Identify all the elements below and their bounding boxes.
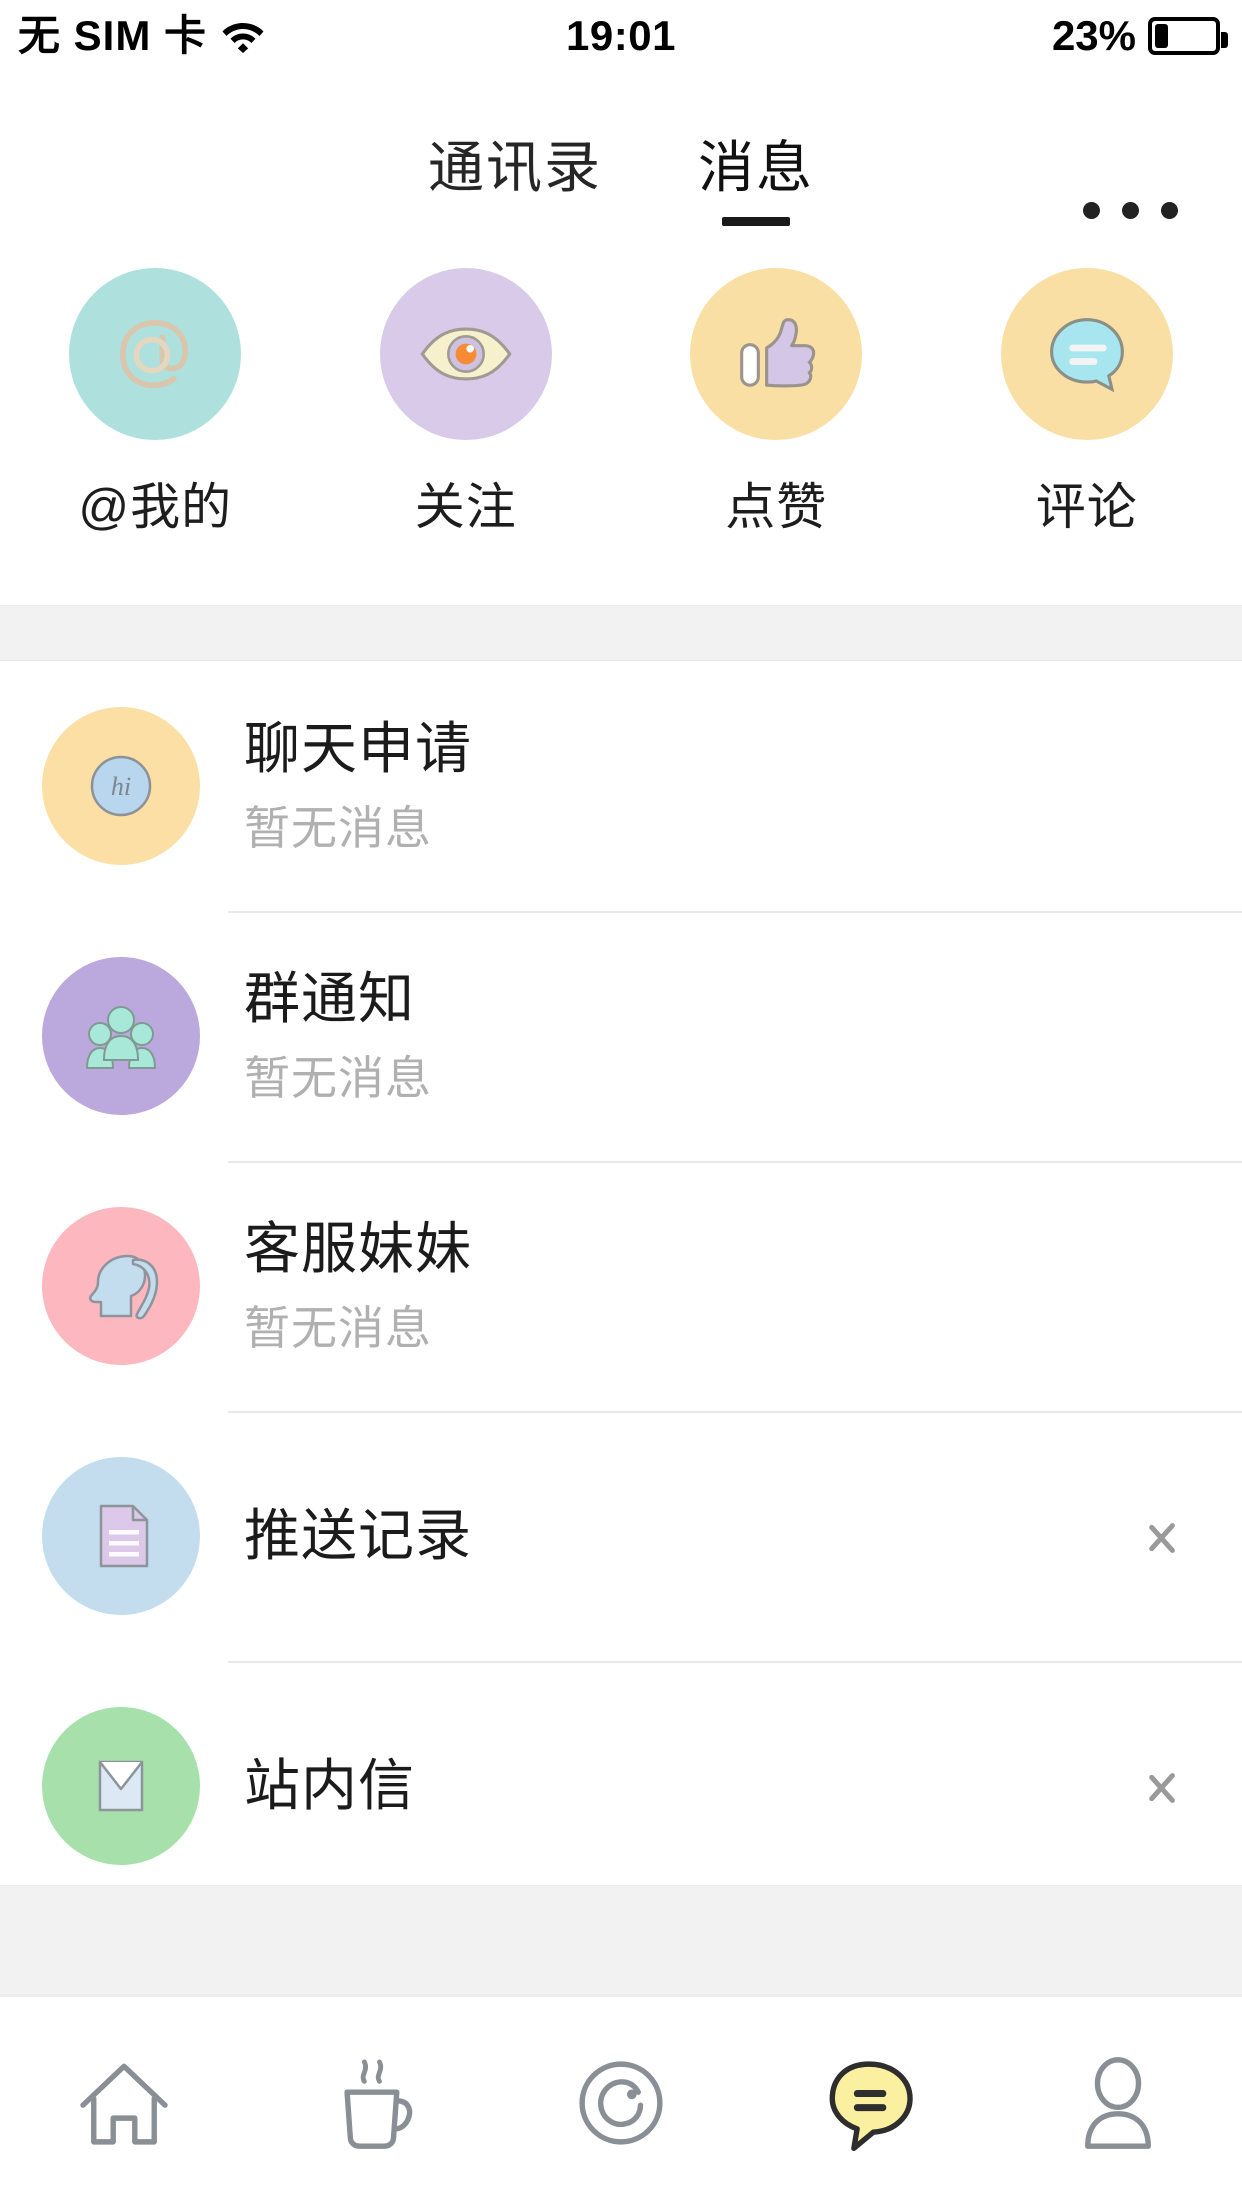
- category-at-mentions[interactable]: @我的: [0, 268, 311, 532]
- profile-person-icon: [1084, 2056, 1151, 2149]
- category-shortcuts: @我的 关注 点赞 评论: [0, 268, 1242, 598]
- document-icon: [42, 1457, 200, 1615]
- chevron-right-icon[interactable]: [1146, 1507, 1180, 1565]
- tab-messages[interactable]: 消息: [698, 136, 814, 226]
- list-item-title: 推送记录: [244, 1503, 472, 1567]
- list-item-subtitle: 暂无消息: [244, 802, 432, 855]
- eye-icon: [379, 268, 552, 440]
- status-bar-right: 23%: [1051, 0, 1228, 72]
- category-comments-label: 评论: [1035, 479, 1138, 535]
- nav-messages[interactable]: [745, 1996, 993, 2208]
- battery-fill: [1155, 24, 1169, 48]
- nav-coffee[interactable]: [248, 1996, 496, 2208]
- tab-list: 通讯录 消息: [0, 72, 1242, 252]
- hi-badge-icon: hi: [42, 707, 200, 865]
- status-bar: 无 SIM 卡 19:01 23%: [0, 0, 1242, 72]
- category-at-mentions-label: @我的: [78, 479, 233, 535]
- female-head-icon: [42, 1207, 200, 1365]
- tab-active-underline: [722, 217, 790, 226]
- list-item-text: 群通知 暂无消息: [244, 967, 1242, 1105]
- tab-messages-label: 消息: [698, 136, 814, 199]
- list-item-subtitle: 暂无消息: [244, 1052, 432, 1105]
- tab-contacts-label: 通讯录: [428, 136, 602, 199]
- home-icon: [80, 2063, 168, 2145]
- battery-icon: [1148, 17, 1228, 55]
- envelope-icon: [42, 1707, 200, 1865]
- at-mention-icon: [69, 268, 242, 440]
- category-likes[interactable]: 点赞: [621, 268, 932, 532]
- thumbs-up-icon: [690, 268, 863, 440]
- app-root: 无 SIM 卡 19:01 23% 通讯录 消息 @我的 关注 点赞 评论 hi…: [0, 0, 1242, 2208]
- svg-text:hi: hi: [111, 772, 131, 801]
- list-item-title: 聊天申请: [244, 717, 472, 781]
- tab-contacts[interactable]: 通讯录: [428, 140, 602, 196]
- category-following[interactable]: 关注: [311, 268, 622, 532]
- discover-circle-icon: [579, 2060, 663, 2145]
- list-item-title: 群通知: [244, 967, 415, 1031]
- list-item-customer-service[interactable]: 客服妹妹 暂无消息: [0, 1161, 1242, 1411]
- nav-home[interactable]: [0, 1996, 248, 2208]
- chevron-right-icon[interactable]: [1146, 1757, 1180, 1815]
- coffee-cup-icon: [343, 2059, 412, 2149]
- bottom-navigation: [0, 1995, 1242, 2208]
- more-dot: [1161, 202, 1178, 219]
- comment-bubble-icon: [1000, 268, 1173, 440]
- category-likes-label: 点赞: [725, 479, 828, 535]
- list-item-text: 站内信: [244, 1753, 1146, 1818]
- message-bubble-icon: [830, 2060, 914, 2151]
- category-comments[interactable]: 评论: [932, 268, 1242, 532]
- list-item-chat-request[interactable]: hi 聊天申请 暂无消息: [0, 661, 1242, 911]
- section-separator: [0, 605, 1242, 661]
- message-list: hi 聊天申请 暂无消息 群通知 暂无消息 客服妹妹 暂无消息 推送记录 站内信: [0, 661, 1242, 1911]
- list-item-group-notice[interactable]: 群通知 暂无消息: [0, 911, 1242, 1161]
- list-item-title: 站内信: [244, 1753, 415, 1817]
- list-item-text: 聊天申请 暂无消息: [244, 717, 1242, 855]
- bottom-separator: [0, 1885, 1242, 1995]
- more-dot: [1122, 202, 1139, 219]
- list-item-subtitle: 暂无消息: [244, 1302, 432, 1355]
- more-horizontal-icon[interactable]: [1083, 202, 1178, 219]
- list-item-text: 客服妹妹 暂无消息: [244, 1217, 1242, 1355]
- nav-profile[interactable]: [994, 1996, 1242, 2208]
- category-following-label: 关注: [414, 479, 517, 535]
- group-people-icon: [42, 957, 200, 1115]
- nav-discover[interactable]: [497, 1996, 745, 2208]
- more-dot: [1083, 202, 1100, 219]
- list-item-text: 推送记录: [244, 1503, 1146, 1568]
- top-tab-bar: 通讯录 消息: [0, 72, 1242, 252]
- list-item-push-records[interactable]: 推送记录: [0, 1411, 1242, 1661]
- battery-percent-label: 23%: [1051, 12, 1136, 59]
- list-item-inbox-mail[interactable]: 站内信: [0, 1661, 1242, 1911]
- clock-label: 19:01: [566, 12, 676, 59]
- list-item-title: 客服妹妹: [244, 1217, 472, 1281]
